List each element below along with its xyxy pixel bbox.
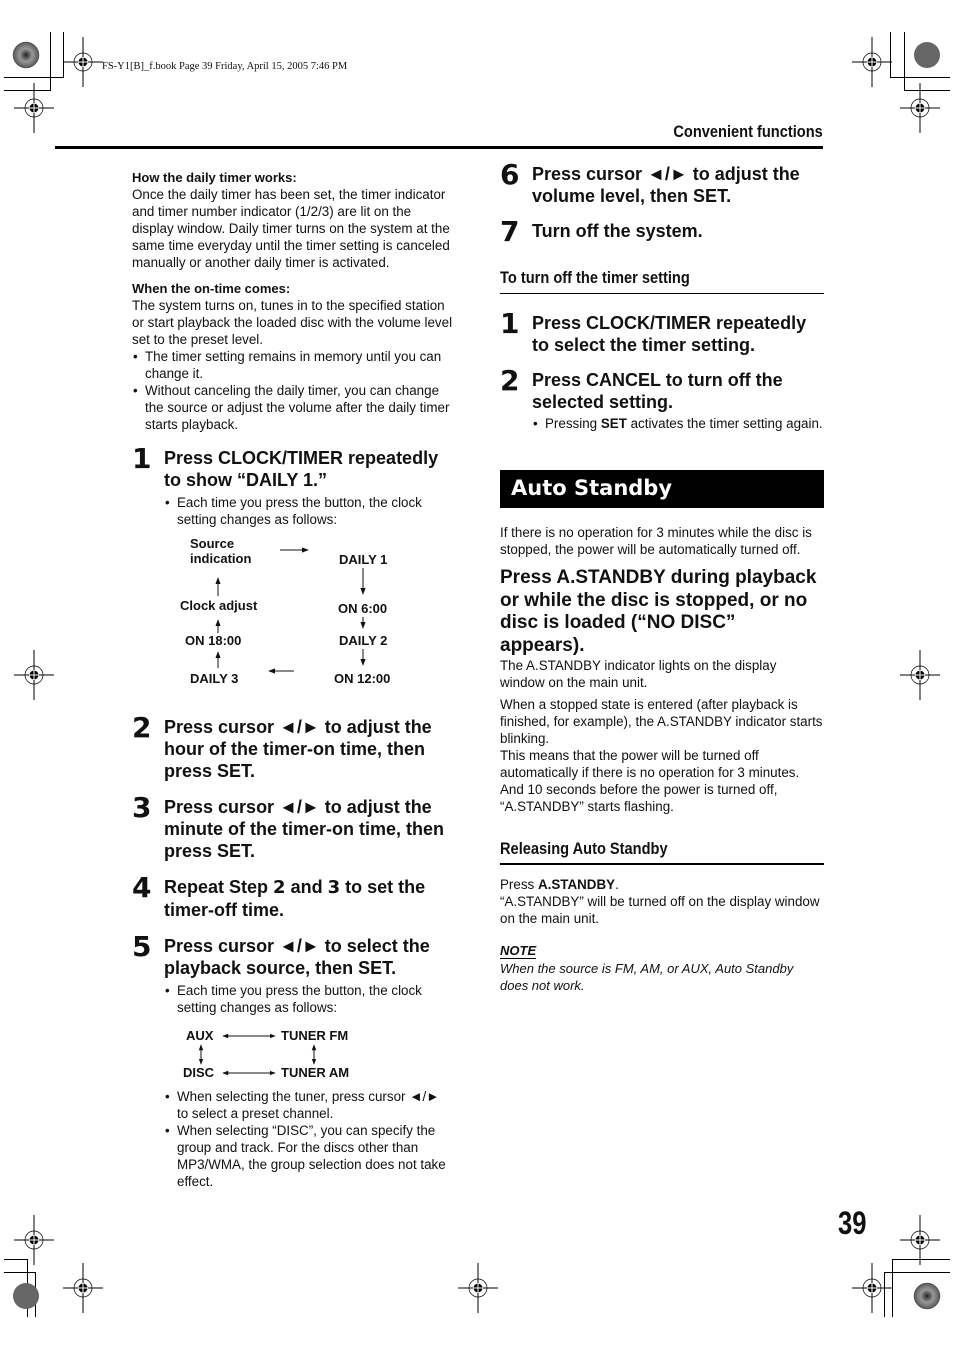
text-part: Pressing bbox=[545, 416, 601, 431]
on-time-heading: When the on-time comes: bbox=[132, 281, 291, 296]
text-part: Press bbox=[500, 877, 538, 892]
registration-crosshair-icon bbox=[13, 649, 55, 701]
print-slug: FS-Y1[B]_f.book Page 39 Friday, April 15… bbox=[102, 61, 348, 72]
on-time-bullets: The timer setting remains in memory unti… bbox=[132, 348, 454, 433]
releasing-text: “A.STANDBY” will be turned off on the di… bbox=[500, 894, 820, 926]
step-ref: 3 bbox=[327, 877, 341, 898]
right-column: 6 Press cursor ◄/► to adjust the volume … bbox=[500, 158, 824, 994]
step-text: Press cursor ◄/► to adjust the hour of t… bbox=[164, 717, 432, 781]
section-rule bbox=[500, 863, 824, 865]
auto-standby-p4: And 10 seconds before the power is turne… bbox=[500, 782, 778, 814]
step-text: Press CLOCK/TIMER repeatedly to select t… bbox=[532, 313, 807, 355]
turn-off-bullets: Pressing SET activates the timer setting… bbox=[532, 415, 824, 432]
step-text: Press CANCEL to turn off the selected se… bbox=[532, 370, 783, 412]
step-ref: 2 bbox=[273, 877, 286, 898]
releasing-press: Press A.STANDBY. bbox=[500, 876, 824, 893]
registration-crosshair-icon bbox=[851, 1262, 893, 1314]
registration-crosshair-icon bbox=[13, 1214, 55, 1266]
step-6: 6 Press cursor ◄/► to adjust the volume … bbox=[500, 158, 824, 207]
step-text-part: and bbox=[285, 877, 328, 897]
step-number: 2 bbox=[132, 711, 152, 744]
list-item: The timer setting remains in memory unti… bbox=[132, 348, 454, 382]
registration-crosshair-icon bbox=[899, 649, 941, 701]
text-bold: SET bbox=[600, 416, 627, 431]
step-number: 5 bbox=[132, 930, 152, 963]
turn-off-section: To turn off the timer setting 1 Press CL… bbox=[500, 268, 824, 432]
step-number: 4 bbox=[132, 871, 152, 904]
left-column: How the daily timer works: Once the dail… bbox=[132, 169, 454, 1190]
note-text: When the source is FM, AM, or AUX, Auto … bbox=[500, 961, 794, 993]
step-2: 2 Press cursor ◄/► to adjust the hour of… bbox=[132, 711, 454, 782]
registration-crosshair-icon bbox=[62, 1262, 104, 1314]
diagram-arrows bbox=[215, 547, 366, 674]
auto-standby-instruction: Press A.STANDBY during playback or while… bbox=[500, 567, 817, 656]
releasing-section: Releasing Auto Standby Press A.STANDBY. … bbox=[500, 839, 824, 927]
step-number: 2 bbox=[500, 364, 520, 397]
list-item: Each time you press the button, the cloc… bbox=[164, 982, 454, 1016]
step-text: Press CLOCK/TIMER repeatedly to show “DA… bbox=[164, 448, 439, 490]
header-rule bbox=[55, 146, 823, 149]
turn-off-step-2: 2 Press CANCEL to turn off the selected … bbox=[500, 364, 824, 432]
auto-standby-p1: The A.STANDBY indicator lights on the di… bbox=[500, 658, 777, 690]
registration-crosshair-icon bbox=[899, 82, 941, 134]
page-number: 39 bbox=[838, 1205, 867, 1241]
step-number: 3 bbox=[132, 791, 152, 824]
step-1-bullets: Each time you press the button, the cloc… bbox=[164, 494, 454, 528]
releasing-heading: Releasing Auto Standby bbox=[500, 839, 668, 858]
list-item: When selecting the tuner, press cursor ◄… bbox=[164, 1088, 454, 1122]
registration-crosshair-icon bbox=[899, 1214, 941, 1266]
section-title: Convenient functions bbox=[673, 122, 823, 141]
auto-standby-p2: When a stopped state is entered (after p… bbox=[500, 697, 823, 746]
list-item: Each time you press the button, the cloc… bbox=[164, 494, 454, 528]
step-text-part: Repeat Step bbox=[164, 877, 274, 897]
step-number: 7 bbox=[500, 215, 520, 248]
registration-crosshair-icon bbox=[62, 36, 104, 88]
note-heading: NOTE bbox=[500, 943, 537, 959]
step-1: 1 Press CLOCK/TIMER repeatedly to show “… bbox=[132, 442, 454, 528]
step-text: Turn off the system. bbox=[532, 221, 703, 241]
step-4: 4 Repeat Step 2 and 3 to set the timer-o… bbox=[132, 871, 454, 921]
step-number: 1 bbox=[132, 442, 152, 475]
step-5-bullets: Each time you press the button, the cloc… bbox=[164, 982, 454, 1016]
step-7: 7 Turn off the system. bbox=[500, 215, 824, 248]
text-bold: A.STANDBY bbox=[537, 877, 616, 892]
step-5-more-bullets: When selecting the tuner, press cursor ◄… bbox=[164, 1088, 454, 1190]
text-part: activates the timer setting again. bbox=[626, 416, 823, 431]
auto-standby-title: Auto Standby bbox=[511, 476, 673, 500]
color-target-icon bbox=[13, 1283, 39, 1309]
step-text: Press cursor ◄/► to adjust the volume le… bbox=[532, 164, 800, 206]
how-works-text: Once the daily timer has been set, the t… bbox=[132, 187, 450, 270]
section-rule bbox=[500, 293, 824, 294]
timer-cycle-diagram: Source indication DAILY 1 ON 6:00 DAILY … bbox=[132, 528, 454, 690]
auto-standby-banner: Auto Standby bbox=[500, 470, 824, 508]
note-section: NOTE When the source is FM, AM, or AUX, … bbox=[500, 942, 824, 994]
source-arrows bbox=[198, 1033, 317, 1076]
step-5: 5 Press cursor ◄/► to select the playbac… bbox=[132, 930, 454, 1190]
turn-off-heading: To turn off the timer setting bbox=[500, 268, 690, 287]
list-item: When selecting “DISC”, you can specify t… bbox=[164, 1122, 454, 1190]
turn-off-step-1: 1 Press CLOCK/TIMER repeatedly to select… bbox=[500, 307, 824, 356]
registration-crosshair-icon bbox=[457, 1262, 499, 1314]
step-text: Press cursor ◄/► to select the playback … bbox=[164, 936, 430, 978]
registration-crosshair-icon bbox=[13, 82, 55, 134]
how-works-heading: How the daily timer works: bbox=[132, 170, 297, 185]
step-text: Repeat Step 2 and 3 to set the timer-off… bbox=[164, 876, 454, 921]
step-text: Press cursor ◄/► to adjust the minute of… bbox=[164, 797, 445, 861]
auto-standby-p3: This means that the power will be turned… bbox=[500, 748, 800, 780]
color-target-icon bbox=[914, 42, 940, 68]
registration-crosshair-icon bbox=[851, 36, 893, 88]
step-number: 1 bbox=[500, 307, 520, 340]
list-item: Pressing SET activates the timer setting… bbox=[532, 415, 824, 432]
color-target-icon bbox=[12, 41, 40, 69]
step-3: 3 Press cursor ◄/► to adjust the minute … bbox=[132, 791, 454, 862]
step-number: 6 bbox=[500, 158, 520, 191]
source-cycle-diagram: AUX TUNER FM DISC TUNER AM bbox=[164, 1016, 454, 1080]
on-time-text: The system turns on, tunes in to the spe… bbox=[132, 298, 453, 347]
auto-standby-intro: If there is no operation for 3 minutes w… bbox=[500, 525, 812, 557]
color-target-icon bbox=[913, 1282, 941, 1310]
text-part: . bbox=[615, 877, 619, 892]
list-item: Without canceling the daily timer, you c… bbox=[132, 382, 454, 433]
